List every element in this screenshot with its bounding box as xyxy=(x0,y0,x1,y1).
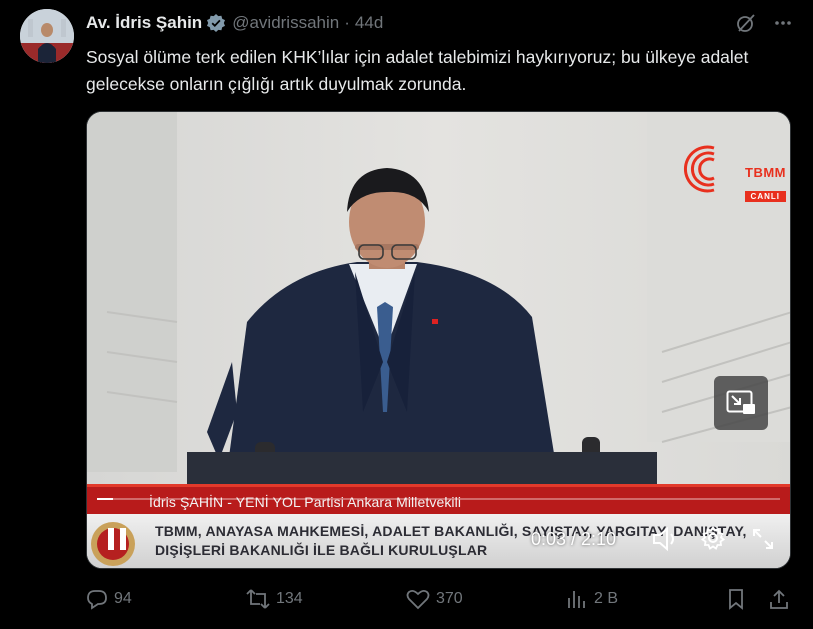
gear-icon xyxy=(700,525,726,550)
tbmm-logo-text: TBMM xyxy=(745,165,786,180)
author-avatar[interactable] xyxy=(20,9,74,63)
name-ticker: İdris ŞAHİN - YENİ YOL Partisi Ankara Mi… xyxy=(149,494,462,510)
repost-icon xyxy=(246,589,270,609)
verified-badge-icon xyxy=(206,13,226,33)
heart-icon xyxy=(406,589,430,610)
bookmark-icon xyxy=(729,589,743,610)
video-time-readout: 0:03 / 2:10 xyxy=(531,529,617,549)
share-button[interactable] xyxy=(768,588,790,610)
grok-icon[interactable] xyxy=(735,12,757,39)
tweet-header: Av. İdris Şahin @avidrissahin · 44d xyxy=(86,12,793,34)
video-progress-bar[interactable] xyxy=(97,498,780,500)
avatar-image xyxy=(20,9,74,63)
author-handle[interactable]: @avidrissahin xyxy=(232,13,339,33)
fullscreen-icon xyxy=(753,529,773,549)
tweet-action-bar: 94 134 370 2 B xyxy=(86,588,796,612)
author-name[interactable]: Av. İdris Şahin xyxy=(86,13,202,33)
picture-in-picture-button[interactable] xyxy=(714,376,768,430)
settings-button[interactable] xyxy=(700,525,726,555)
video-progress-fill xyxy=(97,498,113,500)
tweet-text: Sosyal ölüme terk edilen KHK’lılar için … xyxy=(86,47,749,94)
fullscreen-button[interactable] xyxy=(751,527,775,556)
like-count: 370 xyxy=(436,590,463,607)
volume-button[interactable] xyxy=(652,526,680,556)
volume-icon xyxy=(653,526,674,552)
live-badge: CANLI xyxy=(744,191,786,202)
pause-button[interactable] xyxy=(105,526,129,557)
reply-count: 94 xyxy=(114,590,132,607)
separator-dot: · xyxy=(344,13,350,32)
video-player[interactable]: TBMM CANLI İdris ŞAHİN - YENİ YOL Partis… xyxy=(86,111,791,569)
share-icon xyxy=(770,589,788,609)
like-button[interactable]: 370 xyxy=(406,588,463,610)
bookmark-button[interactable] xyxy=(726,588,746,610)
repost-button[interactable]: 134 xyxy=(246,588,303,610)
reply-icon xyxy=(87,590,107,610)
repost-count: 134 xyxy=(276,590,303,607)
ticker-line-2: DIŞİŞLERİ BAKANLIĞI İLE BAĞLI KURULUŞLAR xyxy=(155,542,488,558)
reply-button[interactable]: 94 xyxy=(86,588,132,610)
views-button[interactable]: 2 B xyxy=(566,588,618,610)
tweet-timestamp[interactable]: 44d xyxy=(355,13,383,33)
view-count: 2 B xyxy=(594,590,619,607)
more-options-icon[interactable] xyxy=(773,13,793,38)
picture-in-picture-icon xyxy=(726,390,755,414)
views-chart-icon xyxy=(568,591,585,608)
pause-icon xyxy=(108,528,126,550)
